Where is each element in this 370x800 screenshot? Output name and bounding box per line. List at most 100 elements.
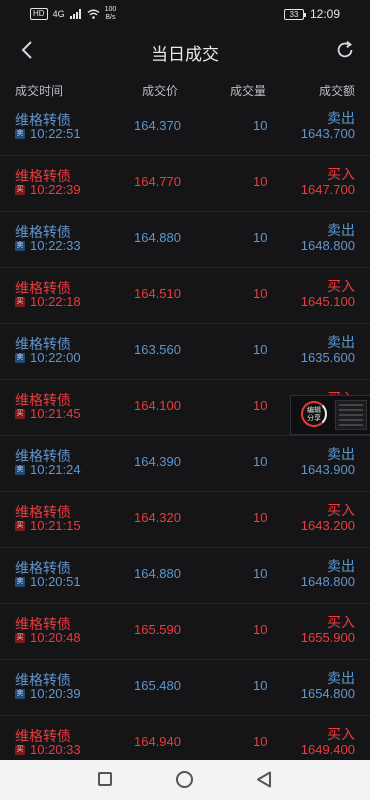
trade-time: 10:20:51 <box>30 574 81 589</box>
table-row[interactable]: 维格转债 买 10:21:15 164.320 10 买入 1643.200 <box>0 492 370 548</box>
table-row[interactable]: 维格转债 卖 10:20:39 165.480 10 卖出 1654.800 <box>0 660 370 716</box>
trade-badge: 买 <box>15 185 25 195</box>
trade-side: 买入 <box>327 614 355 630</box>
screenshot-thumbnail[interactable] <box>335 400 367 430</box>
trade-side: 买入 <box>327 726 355 742</box>
system-nav-bar <box>0 760 370 800</box>
battery-icon: 33 <box>283 8 306 20</box>
trade-badge: 卖 <box>15 353 25 363</box>
trade-side: 卖出 <box>327 222 355 238</box>
trade-price: 164.320 <box>134 510 181 525</box>
trade-price: 164.390 <box>134 454 181 469</box>
table-row[interactable]: 维格转债 卖 10:22:33 164.880 10 卖出 1648.800 <box>0 212 370 268</box>
trade-badge: 卖 <box>15 465 25 475</box>
col-amount: 成交额 <box>318 84 355 98</box>
trade-amount: 1655.900 <box>300 630 355 645</box>
trade-qty: 10 <box>253 398 268 413</box>
trade-price: 165.590 <box>134 622 181 637</box>
trade-time: 10:21:24 <box>30 462 81 477</box>
circle-icon[interactable] <box>176 771 193 788</box>
trade-qty: 10 <box>253 454 268 469</box>
table-row[interactable]: 维格转债 买 10:22:39 164.770 10 买入 1647.700 <box>0 156 370 212</box>
col-time: 成交时间 <box>15 84 64 98</box>
clock: 12:09 <box>309 7 340 21</box>
wifi-icon <box>87 9 100 19</box>
trade-time: 10:22:51 <box>30 126 81 141</box>
trade-qty: 10 <box>253 230 268 245</box>
triangle-back-icon[interactable] <box>256 771 272 788</box>
status-bar: HD 4G 100 B/s 33 12:09 <box>0 0 370 30</box>
trade-time: 10:22:18 <box>30 294 81 309</box>
table-row[interactable]: 维格转债 卖 10:22:51 164.370 10 卖出 1643.700 <box>0 100 370 156</box>
trade-amount: 1643.700 <box>300 126 355 141</box>
trade-side: 卖出 <box>327 446 355 462</box>
net-speed: 100 B/s <box>104 6 117 21</box>
table-row[interactable]: 维格转债 买 10:20:48 165.590 10 买入 1655.900 <box>0 604 370 660</box>
table-row[interactable]: 维格转债 卖 10:20:51 164.880 10 卖出 1648.800 <box>0 548 370 604</box>
trade-qty: 10 <box>253 342 268 357</box>
header: 当日成交 <box>0 30 370 72</box>
refresh-icon[interactable] <box>334 39 356 61</box>
trade-list: 维格转债 卖 10:22:51 164.370 10 卖出 1643.700 维… <box>0 100 370 772</box>
floating-share-widget[interactable]: 编辑 分享 <box>290 395 370 435</box>
trade-badge: 买 <box>15 521 25 531</box>
trade-time: 10:20:48 <box>30 630 81 645</box>
trade-time: 10:20:33 <box>30 742 81 757</box>
trade-badge: 买 <box>15 409 25 419</box>
table-row[interactable]: 维格转债 卖 10:22:00 163.560 10 卖出 1635.600 <box>0 324 370 380</box>
trade-amount: 1648.800 <box>300 238 355 253</box>
trade-time: 10:20:39 <box>30 686 81 701</box>
trade-time: 10:21:15 <box>30 518 81 533</box>
trade-price: 164.880 <box>134 566 181 581</box>
trade-price: 164.100 <box>134 398 181 413</box>
page-title: 当日成交 <box>151 45 219 64</box>
trade-side: 卖出 <box>327 558 355 574</box>
column-header: 成交时间 成交价 成交量 成交额 <box>0 82 370 98</box>
trade-qty: 10 <box>253 622 268 637</box>
table-row[interactable]: 维格转债 买 10:22:18 164.510 10 买入 1645.100 <box>0 268 370 324</box>
trade-badge: 卖 <box>15 689 25 699</box>
trade-amount: 1649.400 <box>300 742 355 757</box>
trade-time: 10:22:00 <box>30 350 81 365</box>
col-qty: 成交量 <box>230 84 267 98</box>
signal-icon <box>69 9 81 19</box>
trade-time: 10:21:45 <box>30 406 81 421</box>
network-indicator: 4G <box>52 9 65 19</box>
trade-side: 卖出 <box>327 670 355 686</box>
trade-side: 买入 <box>327 278 355 294</box>
trade-amount: 1654.800 <box>300 686 355 701</box>
trade-side: 卖出 <box>327 334 355 350</box>
trade-badge: 买 <box>15 745 25 755</box>
trade-badge: 卖 <box>15 241 25 251</box>
trade-price: 164.940 <box>134 734 181 749</box>
table-row[interactable]: 维格转债 卖 10:21:24 164.390 10 卖出 1643.900 <box>0 436 370 492</box>
trade-badge: 买 <box>15 633 25 643</box>
status-left: HD 4G 100 B/s <box>30 6 116 22</box>
trade-time: 10:22:33 <box>30 238 81 253</box>
trade-qty: 10 <box>253 286 268 301</box>
trade-amount: 1647.700 <box>300 182 355 197</box>
trade-amount: 1648.800 <box>300 574 355 589</box>
col-price: 成交价 <box>142 84 179 98</box>
trade-price: 164.770 <box>134 174 181 189</box>
trade-qty: 10 <box>253 118 268 133</box>
trade-qty: 10 <box>253 678 268 693</box>
share-button[interactable]: 编辑 分享 <box>301 401 327 427</box>
trade-badge: 卖 <box>15 129 25 139</box>
status-right: 33 12:09 <box>283 7 340 21</box>
trade-side: 卖出 <box>327 110 355 126</box>
trade-price: 165.480 <box>134 678 181 693</box>
trade-amount: 1635.600 <box>300 350 355 365</box>
trade-amount: 1645.100 <box>300 294 355 309</box>
trade-price: 164.880 <box>134 230 181 245</box>
square-icon[interactable] <box>98 772 112 786</box>
trade-time: 10:22:39 <box>30 182 81 197</box>
hd-indicator: HD <box>30 8 48 20</box>
trade-price: 164.510 <box>134 286 181 301</box>
trade-badge: 买 <box>15 297 25 307</box>
trade-side: 买入 <box>327 166 355 182</box>
trade-price: 164.370 <box>134 118 181 133</box>
trade-qty: 10 <box>253 566 268 581</box>
trade-side: 买入 <box>327 502 355 518</box>
trade-badge: 卖 <box>15 577 25 587</box>
